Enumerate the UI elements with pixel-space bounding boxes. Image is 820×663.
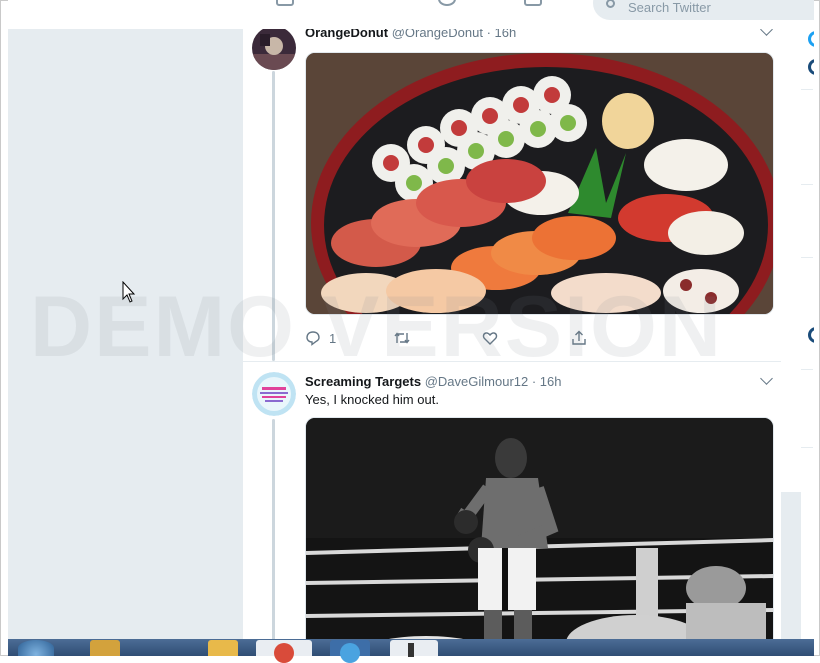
thread-line	[272, 419, 275, 639]
mouse-cursor-icon	[122, 281, 136, 303]
search-icon	[606, 0, 615, 8]
share-icon	[572, 330, 586, 345]
user-handle[interactable]: @OrangeDonut	[392, 29, 483, 40]
chevron-down-icon[interactable]	[760, 372, 773, 385]
timeline-feed[interactable]: OrangeDonut @OrangeDonut · 16h 1 Screami…	[243, 29, 782, 639]
reply-icon	[306, 331, 320, 346]
boxing-ring-photo	[306, 418, 773, 639]
search-input[interactable]: Search Twitter	[593, 0, 814, 20]
taskbar	[8, 639, 814, 663]
sidebar-gap	[781, 492, 801, 639]
top-navigation-bar: Search Twitter	[8, 0, 814, 30]
tweet-image[interactable]	[305, 417, 774, 639]
home-icon[interactable]	[276, 0, 294, 6]
right-sidebar-icon	[808, 327, 814, 343]
retweet-button[interactable]	[393, 328, 411, 348]
divider	[801, 447, 813, 448]
taskbar-app-chrome[interactable]	[256, 640, 312, 663]
tweet-actions: 1	[305, 328, 774, 348]
notifications-icon[interactable]	[438, 0, 456, 6]
avatar[interactable]	[252, 372, 296, 416]
left-background	[8, 29, 243, 639]
right-sidebar-icon	[808, 59, 814, 75]
tweet-header: Screaming Targets @DaveGilmour12 · 16h	[305, 374, 562, 390]
reply-count: 1	[329, 330, 337, 346]
tweet-image[interactable]	[305, 52, 774, 315]
tweet-header: OrangeDonut @OrangeDonut · 16h	[305, 29, 516, 41]
tweet-text: Yes, I knocked him out.	[305, 392, 439, 407]
taskbar-app-ie[interactable]	[330, 640, 370, 663]
share-button[interactable]	[571, 328, 587, 348]
reply-button[interactable]: 1	[305, 328, 336, 348]
heart-icon	[482, 332, 498, 345]
retweet-icon	[394, 332, 410, 344]
display-name[interactable]: Screaming Targets	[305, 374, 421, 389]
like-button[interactable]	[482, 328, 498, 348]
taskbar-app-icon[interactable]	[390, 640, 438, 657]
moments-icon[interactable]	[358, 0, 376, 6]
divider	[801, 89, 813, 90]
display-name[interactable]: OrangeDonut	[305, 29, 388, 40]
avatar[interactable]	[252, 29, 296, 70]
right-sidebar-icon	[808, 31, 814, 47]
messages-icon[interactable]	[524, 0, 542, 6]
tweet-time[interactable]: · 16h	[532, 374, 562, 389]
thread-line	[272, 71, 275, 361]
search-placeholder: Search Twitter	[628, 0, 711, 15]
chevron-down-icon[interactable]	[760, 29, 773, 36]
tweet-time[interactable]: · 16h	[487, 29, 517, 40]
divider	[801, 257, 813, 258]
divider	[801, 369, 813, 370]
divider	[801, 184, 813, 185]
start-button[interactable]	[18, 640, 54, 656]
taskbar-app-icon[interactable]	[90, 640, 120, 656]
right-sidebar	[781, 29, 814, 639]
taskbar-app-icon[interactable]	[208, 640, 238, 656]
tweet-divider	[243, 361, 781, 362]
sushi-platter-photo	[306, 53, 773, 314]
user-handle[interactable]: @DaveGilmour12	[425, 374, 529, 389]
